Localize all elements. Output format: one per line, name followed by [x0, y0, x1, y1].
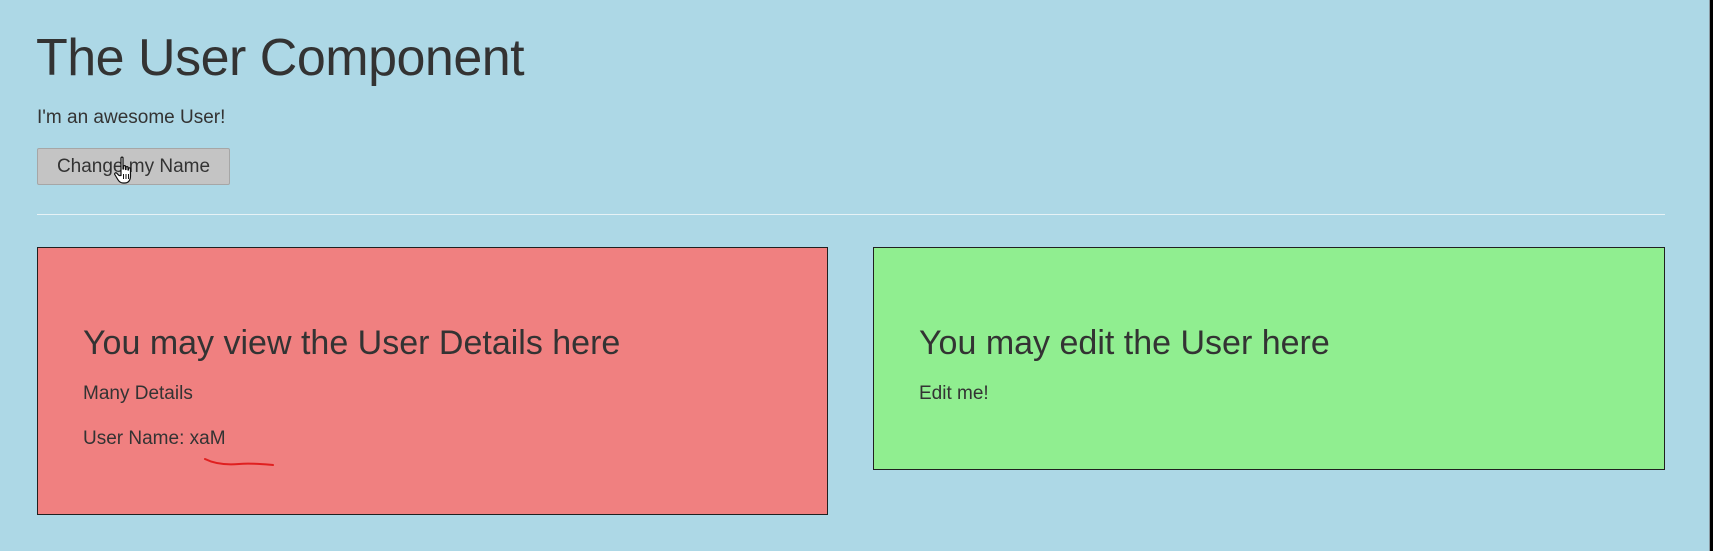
edit-panel-title: You may edit the User here [919, 324, 1330, 362]
user-name-line: User Name: xaM [83, 427, 226, 451]
edit-text: Edit me! [919, 383, 989, 404]
hand-pointer-icon [114, 156, 132, 184]
user-component-page: The User Component I'm an awesome User! … [0, 0, 1710, 551]
user-edit-panel: You may edit the User here Edit me! [873, 247, 1665, 470]
section-divider [37, 214, 1665, 215]
page-title: The User Component [36, 29, 525, 87]
details-text: Many Details [83, 383, 193, 404]
detail-panel-title: You may view the User Details here [83, 324, 621, 362]
user-subtitle: I'm an awesome User! [37, 107, 226, 128]
user-name-value: xaM [189, 428, 226, 449]
user-detail-panel: You may view the User Details here Many … [37, 247, 828, 515]
user-name-label: User Name: [83, 428, 185, 449]
red-underline-annotation [204, 458, 274, 466]
